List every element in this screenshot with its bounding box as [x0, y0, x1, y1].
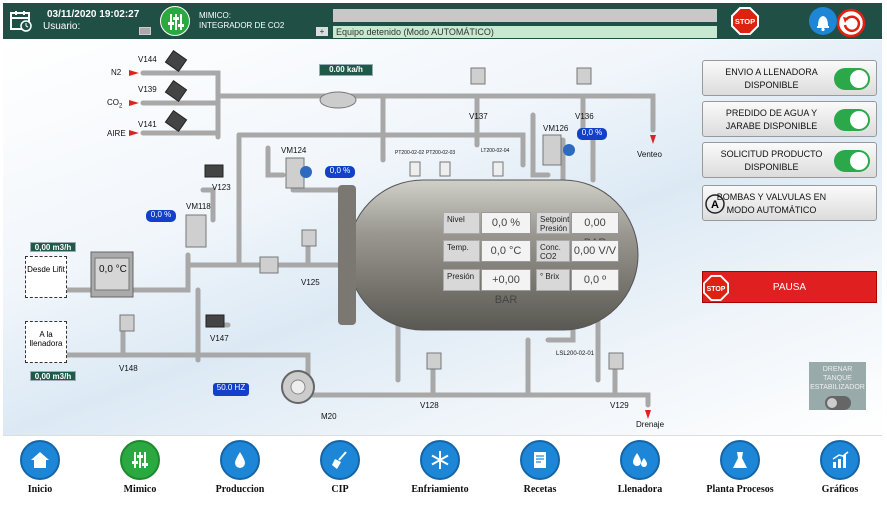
- brix-label: ° Brix: [536, 269, 570, 291]
- motor-m20-label: M20: [321, 412, 337, 421]
- vm126-position[interactable]: 0,0 %: [577, 128, 607, 140]
- valve-v147-label: V147: [210, 334, 229, 343]
- valve-v137-label: V137: [469, 112, 488, 121]
- drenaje-label: Drenaje: [636, 420, 665, 429]
- svg-text:STOP: STOP: [735, 17, 755, 26]
- valve-v141-label: V141: [138, 120, 157, 129]
- co2-conc-label: Conc. CO2: [536, 240, 570, 262]
- bottom-navigation: Inicio Mimico Produccion CIP Enfriamient…: [3, 435, 882, 500]
- tank-pressure-label: Presión: [443, 269, 480, 291]
- broom-icon: [332, 451, 347, 469]
- mimic-screen-icon: [160, 6, 190, 36]
- nav-mimico[interactable]: Mimico: [100, 440, 180, 495]
- setpoint-pressure-label: Setpoint Presión: [536, 212, 570, 234]
- expand-status-button[interactable]: +: [316, 27, 328, 36]
- nav-cip[interactable]: CIP: [300, 440, 380, 495]
- home-icon: [31, 452, 49, 468]
- pumps-valves-auto-mode[interactable]: BOMBAS Y VALVULAS EN MODO AUTOMÁTICO A: [702, 185, 877, 221]
- tank-temp-label: Temp.: [443, 240, 480, 262]
- drain-toggle[interactable]: [824, 396, 851, 410]
- pt-200-02-02-label: PT200-02-02: [395, 150, 425, 156]
- valve-vm126-label: VM126: [543, 124, 569, 133]
- product-request-available[interactable]: SOLICITUD PRODUCTO DISPONIBLE: [702, 142, 877, 178]
- vm118-position[interactable]: 0,0 %: [146, 210, 176, 222]
- vm124-position[interactable]: 0,0 %: [325, 166, 355, 178]
- reset-button[interactable]: [835, 7, 867, 39]
- svg-text:STOP: STOP: [707, 286, 726, 293]
- nav-recetas[interactable]: Recetas: [500, 440, 580, 495]
- valve-v136-label: V136: [575, 112, 594, 121]
- sliders-icon: [132, 452, 148, 468]
- process-mimic: V144 V139 V141 N2 CO2 AIRE V123 VM124 VM…: [3, 40, 882, 435]
- recipe-icon: [534, 452, 546, 468]
- valve-v128-label: V128: [420, 401, 439, 410]
- flask-icon: [733, 452, 747, 468]
- gas-co2-label: CO2: [107, 98, 123, 110]
- inlet-flow-display: 0,00 m3/h: [30, 242, 76, 252]
- brix-value: 0,0 º: [571, 269, 619, 291]
- valve-v144-label: V144: [138, 55, 157, 64]
- header-bar: 03/11/2020 19:02:27 Usuario: MIMICO: INT…: [3, 3, 882, 39]
- gas-aire-label: AIRE: [107, 129, 126, 138]
- filler-send-available[interactable]: ENVIO A LLENADORA DISPONIBLE: [702, 60, 877, 96]
- nav-planta-procesos[interactable]: Planta Procesos: [700, 440, 780, 495]
- outlet-flow-display: 0,00 m3/h: [30, 371, 76, 381]
- pause-button[interactable]: PAUSA STOP: [702, 271, 877, 303]
- piping-diagram: [37, 49, 656, 419]
- datetime: 03/11/2020 19:02:27: [47, 9, 140, 20]
- tank-temp-value: 0,0 °C: [481, 240, 531, 262]
- co2-conc-value: 0,00 V/V: [571, 240, 619, 262]
- pt-200-02-03-label: PT200-02-03: [426, 150, 456, 156]
- gas-n2-label: N2: [111, 68, 122, 77]
- screen-title-line2: INTEGRADOR DE CO2: [199, 21, 285, 30]
- user-label: Usuario:: [43, 21, 81, 32]
- nav-enfriamiento[interactable]: Enfriamiento: [400, 440, 480, 495]
- stop-button[interactable]: STOP: [731, 7, 759, 35]
- tank-pressure-value: +0,00 BAR: [481, 269, 531, 306]
- toggle-switch[interactable]: [834, 68, 870, 90]
- alarm-bell-button[interactable]: [809, 7, 837, 35]
- water-syrup-available[interactable]: PREDIDO DE AGUA Y JARABE DISPONIBLE: [702, 101, 877, 137]
- setpoint-pressure-value[interactable]: 0,00 BAR: [571, 212, 619, 249]
- snowflake-icon: [431, 451, 449, 469]
- screen-title-line1: MIMICO:: [199, 11, 231, 20]
- reset-icon: [836, 8, 866, 38]
- hmi-screen: 03/11/2020 19:02:27 Usuario: MIMICO: INT…: [0, 0, 887, 505]
- stop-icon: STOP: [703, 275, 729, 301]
- pump-frequency[interactable]: 50.0 HZ: [213, 383, 249, 396]
- toggle-switch[interactable]: [834, 109, 870, 131]
- venteo-label: Venteo: [637, 150, 662, 159]
- hx-temperature: 0,0 °C: [99, 264, 127, 275]
- calendar-icon: [10, 11, 32, 32]
- valve-vm124-label: VM124: [281, 146, 307, 155]
- from-lifit-box: Desde Lifit: [25, 256, 67, 298]
- valve-v123-label: V123: [212, 183, 231, 192]
- nav-inicio[interactable]: Inicio: [0, 440, 80, 495]
- status-bar: Equipo detenido (Modo AUTOMÁTICO): [333, 26, 717, 38]
- tank-level-value: 0,0 %: [481, 212, 531, 234]
- to-filler-box: A la llenadora: [25, 321, 67, 363]
- nav-graficos[interactable]: Gráficos: [800, 440, 880, 495]
- drain-tank-control[interactable]: DRENAR TANQUE ESTABILIZADOR: [809, 362, 866, 410]
- bell-icon: [817, 16, 829, 32]
- nav-llenadora[interactable]: Llenadora: [600, 440, 680, 495]
- valve-v129-label: V129: [610, 401, 629, 410]
- valve-vm118-label: VM118: [186, 202, 211, 211]
- user-button[interactable]: [139, 27, 151, 35]
- valve-v139-label: V139: [138, 85, 157, 94]
- nav-produccion[interactable]: Produccion: [200, 440, 280, 495]
- auto-mode-icon: A: [705, 194, 725, 214]
- toggle-switch[interactable]: [834, 150, 870, 172]
- lsl-200-02-01-label: LSL200-02-01: [556, 351, 595, 357]
- svg-text:A: A: [711, 199, 719, 211]
- valve-v148-label: V148: [119, 364, 138, 373]
- lt-200-02-04-label: LT200-02-04: [481, 148, 510, 154]
- tank-level-label: Nivel: [443, 212, 480, 234]
- alarm-bar: [333, 9, 717, 22]
- chart-icon: [832, 451, 849, 468]
- valve-v125-label: V125: [301, 278, 320, 287]
- drops-icon: [633, 453, 647, 467]
- co2-flow-display: 0.00 ka/h: [319, 64, 373, 76]
- drop-icon: [235, 452, 245, 468]
